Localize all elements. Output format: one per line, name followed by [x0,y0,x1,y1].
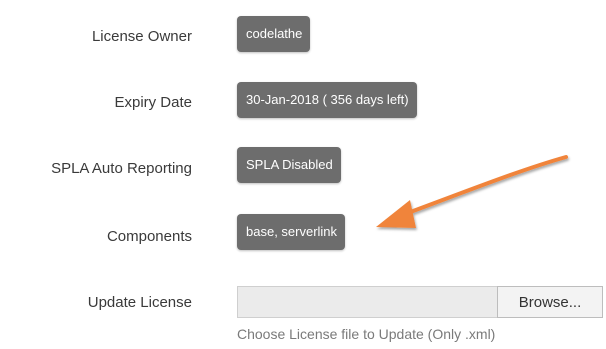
browse-button[interactable]: Browse... [497,286,603,318]
update-license-help-text: Choose License file to Update (Only .xml… [237,326,496,342]
license-file-input[interactable]: Browse... [237,286,603,318]
update-license-label: Update License [87,294,192,311]
expiry-date-label: Expiry Date [114,94,192,111]
spla-auto-reporting-label: SPLA Auto Reporting [51,160,192,177]
components-value: base, serverlink [237,214,346,250]
components-label: Components [106,228,192,245]
file-path-field[interactable] [237,286,497,318]
license-owner-label: License Owner [91,28,192,45]
expiry-date-value: 30-Jan-2018 ( 356 days left) [237,82,417,118]
license-owner-value: codelathe [237,16,311,52]
spla-status-value: SPLA Disabled [237,147,341,183]
license-info-panel: License Owner codelathe Expiry Date 30-J… [0,0,606,349]
